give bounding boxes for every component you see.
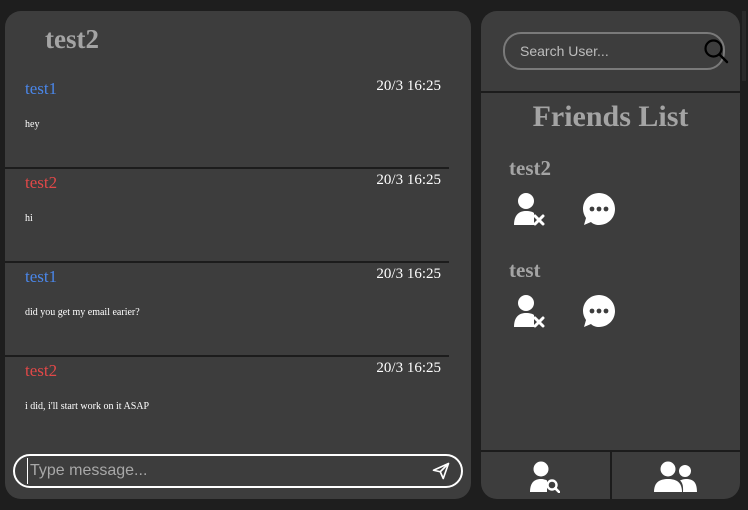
user-remove-icon — [514, 193, 545, 226]
friend-item: test — [509, 258, 709, 348]
message-username: test1 — [25, 267, 58, 286]
message-list: test1 20/3 16:25 hey test2 20/3 16:25 hi… — [5, 75, 471, 451]
message-text: hi — [25, 213, 33, 224]
message-timestamp: 20/3 16:25 — [376, 78, 441, 94]
message-item: test1 20/3 16:25 did you get my email ea… — [5, 263, 449, 357]
friends-list-title: Friends List — [532, 100, 689, 133]
send-icon — [432, 462, 450, 480]
chat-panel: test2 test1 20/3 16:25 hey test2 20/3 16… — [5, 11, 471, 499]
friend-actions — [509, 293, 617, 329]
message-timestamp: 20/3 16:25 — [376, 266, 441, 282]
message-text: hey — [25, 119, 40, 130]
window-scrollbar[interactable] — [742, 11, 746, 81]
message-item: test2 20/3 16:25 hi — [5, 169, 449, 263]
friend-name: test — [509, 258, 541, 282]
chat-bubble-icon — [583, 193, 615, 225]
message-username: test2 — [25, 173, 58, 192]
chat-bubble-icon — [583, 295, 615, 327]
friend-name: test2 — [509, 156, 551, 180]
message-timestamp: 20/3 16:25 — [376, 172, 441, 188]
friend-item: test2 — [509, 156, 709, 246]
message-text: i did, i'll start work on it ASAP — [25, 401, 150, 412]
search-button[interactable] — [703, 34, 729, 68]
remove-friend-button[interactable] — [511, 293, 547, 329]
find-user-tab[interactable] — [481, 452, 612, 499]
message-timestamp: 20/3 16:25 — [376, 360, 441, 376]
search-icon — [704, 39, 729, 64]
send-button[interactable] — [421, 456, 461, 486]
remove-friend-button[interactable] — [511, 191, 547, 227]
user-search-box — [503, 32, 729, 70]
friend-actions — [509, 191, 617, 227]
message-composer — [13, 454, 463, 488]
sidebar-divider — [481, 91, 740, 93]
message-text: did you get my email earier? — [25, 307, 140, 318]
chat-title: test2 — [45, 24, 99, 54]
users-icon — [653, 461, 697, 492]
user-remove-icon — [514, 295, 545, 328]
friends-tab[interactable] — [612, 452, 741, 499]
message-username: test1 — [25, 79, 58, 98]
message-username: test2 — [25, 361, 58, 380]
search-input[interactable] — [505, 42, 703, 60]
friends-sidebar: Friends List test2 test — [481, 11, 740, 499]
chat-friend-button[interactable] — [581, 191, 617, 227]
chat-friend-button[interactable] — [581, 293, 617, 329]
sidebar-bottom-nav — [481, 450, 740, 499]
message-item: test2 20/3 16:25 i did, i'll start work … — [5, 357, 449, 451]
message-item: test1 20/3 16:25 hey — [5, 75, 449, 169]
message-input[interactable] — [27, 458, 421, 484]
user-search-icon — [530, 461, 561, 493]
